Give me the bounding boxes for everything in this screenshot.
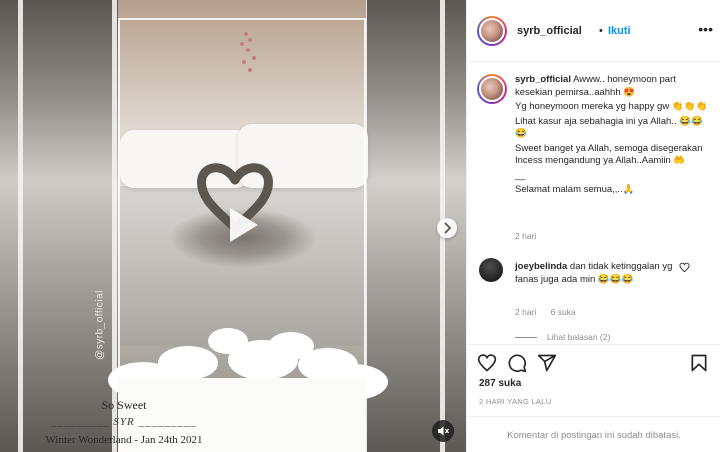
action-bar bbox=[467, 344, 720, 374]
speaker-muted-icon[interactable] bbox=[432, 420, 454, 442]
post-username[interactable]: syrb_official bbox=[517, 25, 582, 37]
caption-username[interactable]: syrb_official bbox=[515, 74, 571, 85]
avatar[interactable] bbox=[479, 258, 503, 282]
follow-button[interactable]: Ikuti bbox=[608, 25, 631, 37]
post-panel: syrb_official • Ikuti ••• syrb_official … bbox=[466, 0, 720, 452]
comment-username[interactable]: joeybelinda bbox=[515, 261, 567, 272]
video-caption-title: So Sweet bbox=[101, 398, 147, 412]
view-replies-button[interactable]: Lihat balasan (2) bbox=[515, 332, 610, 342]
more-horizontal-icon[interactable]: ••• bbox=[698, 21, 713, 37]
paper-plane-icon[interactable] bbox=[537, 353, 557, 373]
chevron-right-icon[interactable] bbox=[437, 218, 457, 238]
comment-timestamp[interactable]: 2 hari bbox=[515, 307, 536, 317]
avatar[interactable] bbox=[477, 74, 507, 104]
comment-text: joeybelinda dan tidak ketinggalan yg fan… bbox=[515, 261, 673, 285]
comment-meta: 2 hari 6 suka bbox=[515, 307, 588, 317]
comment-footer: Komentar di postingan ini sudah dibatasi… bbox=[467, 416, 720, 452]
post-timestamp[interactable]: 2 HARI YANG LALU bbox=[479, 397, 551, 406]
video-caption-subtitle: Winter Wonderland - Jan 24th 2021 bbox=[45, 434, 203, 446]
heart-icon[interactable] bbox=[477, 353, 497, 373]
heart-icon[interactable] bbox=[679, 262, 690, 273]
comment-likes[interactable]: 6 suka bbox=[551, 307, 576, 317]
avatar[interactable] bbox=[477, 16, 507, 46]
caption-timestamp[interactable]: 2 hari bbox=[515, 231, 536, 241]
comments-disabled-notice: Komentar di postingan ini sudah dibatasi… bbox=[507, 430, 681, 441]
post-media[interactable]: @syrb_official So Sweet _________ SYR __… bbox=[0, 0, 466, 452]
comment-icon[interactable] bbox=[507, 353, 527, 373]
post-header: syrb_official • Ikuti ••• bbox=[467, 0, 720, 62]
bookmark-icon[interactable] bbox=[689, 353, 709, 373]
comments-list[interactable]: syrb_official Awww.. honeymoon part kese… bbox=[467, 62, 720, 344]
separator-dot: • bbox=[599, 25, 603, 37]
frame-divider bbox=[18, 0, 23, 452]
video-caption-line: _________ SYR _________ bbox=[51, 416, 197, 428]
play-icon[interactable] bbox=[216, 200, 266, 250]
likes-count[interactable]: 287 suka bbox=[479, 378, 521, 389]
post-caption: syrb_official Awww.. honeymoon part kese… bbox=[515, 74, 708, 195]
